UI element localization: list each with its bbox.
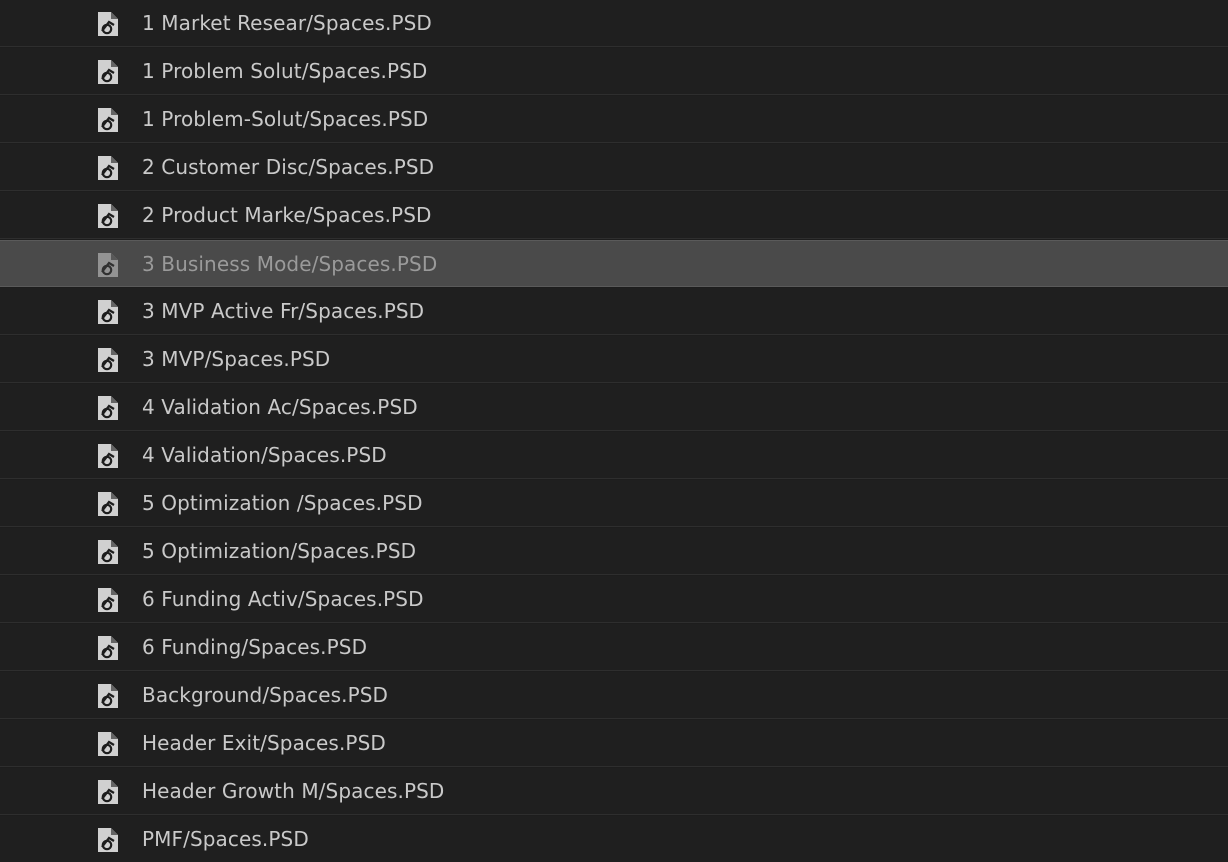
file-list: 1 Market Resear/Spaces.PSD 1 Problem Sol… [0,0,1228,862]
psd-file-icon [98,684,118,708]
file-name-label: 1 Problem Solut/Spaces.PSD [142,59,428,83]
list-item[interactable]: Header Exit/Spaces.PSD [0,720,1228,767]
file-name-label: 6 Funding/Spaces.PSD [142,635,368,659]
list-item[interactable]: 1 Market Resear/Spaces.PSD [0,0,1228,47]
psd-file-icon [98,12,118,36]
list-item[interactable]: 3 Business Mode/Spaces.PSD [0,240,1228,287]
psd-file-icon [98,204,118,228]
file-name-label: 2 Customer Disc/Spaces.PSD [142,155,435,179]
file-name-label: 3 MVP/Spaces.PSD [142,347,331,371]
psd-file-icon [98,300,118,324]
file-name-label: 4 Validation/Spaces.PSD [142,443,387,467]
file-name-label: 5 Optimization /Spaces.PSD [142,491,423,515]
psd-file-icon [98,108,118,132]
psd-file-icon [98,540,118,564]
psd-file-icon [98,253,118,277]
list-item[interactable]: 2 Product Marke/Spaces.PSD [0,192,1228,239]
file-name-label: 2 Product Marke/Spaces.PSD [142,203,432,227]
list-item[interactable]: 3 MVP/Spaces.PSD [0,336,1228,383]
psd-file-icon [98,60,118,84]
file-name-label: PMF/Spaces.PSD [142,827,309,851]
file-name-label: Header Growth M/Spaces.PSD [142,779,445,803]
file-name-label: 5 Optimization/Spaces.PSD [142,539,417,563]
file-name-label: 1 Market Resear/Spaces.PSD [142,11,432,35]
psd-file-icon [98,588,118,612]
list-item[interactable]: 4 Validation Ac/Spaces.PSD [0,384,1228,431]
file-name-label: Background/Spaces.PSD [142,683,389,707]
list-item[interactable]: Header Growth M/Spaces.PSD [0,768,1228,815]
psd-file-icon [98,156,118,180]
list-item[interactable]: 1 Problem-Solut/Spaces.PSD [0,96,1228,143]
psd-file-icon [98,732,118,756]
list-item[interactable]: Background/Spaces.PSD [0,672,1228,719]
file-name-label: 3 MVP Active Fr/Spaces.PSD [142,299,425,323]
psd-file-icon [98,444,118,468]
psd-file-icon [98,780,118,804]
psd-file-icon [98,492,118,516]
psd-file-icon [98,828,118,852]
file-name-label: 6 Funding Activ/Spaces.PSD [142,587,424,611]
file-name-label: Header Exit/Spaces.PSD [142,731,386,755]
list-item[interactable]: PMF/Spaces.PSD [0,816,1228,862]
file-name-label: 1 Problem-Solut/Spaces.PSD [142,107,429,131]
list-item[interactable]: 5 Optimization/Spaces.PSD [0,528,1228,575]
psd-file-icon [98,636,118,660]
list-item[interactable]: 3 MVP Active Fr/Spaces.PSD [0,288,1228,335]
file-name-label: 4 Validation Ac/Spaces.PSD [142,395,418,419]
psd-file-icon [98,396,118,420]
list-item[interactable]: 6 Funding Activ/Spaces.PSD [0,576,1228,623]
list-item[interactable]: 5 Optimization /Spaces.PSD [0,480,1228,527]
psd-file-icon [98,348,118,372]
list-item[interactable]: 6 Funding/Spaces.PSD [0,624,1228,671]
file-name-label: 3 Business Mode/Spaces.PSD [142,252,438,276]
list-item[interactable]: 4 Validation/Spaces.PSD [0,432,1228,479]
list-item[interactable]: 2 Customer Disc/Spaces.PSD [0,144,1228,191]
list-item[interactable]: 1 Problem Solut/Spaces.PSD [0,48,1228,95]
